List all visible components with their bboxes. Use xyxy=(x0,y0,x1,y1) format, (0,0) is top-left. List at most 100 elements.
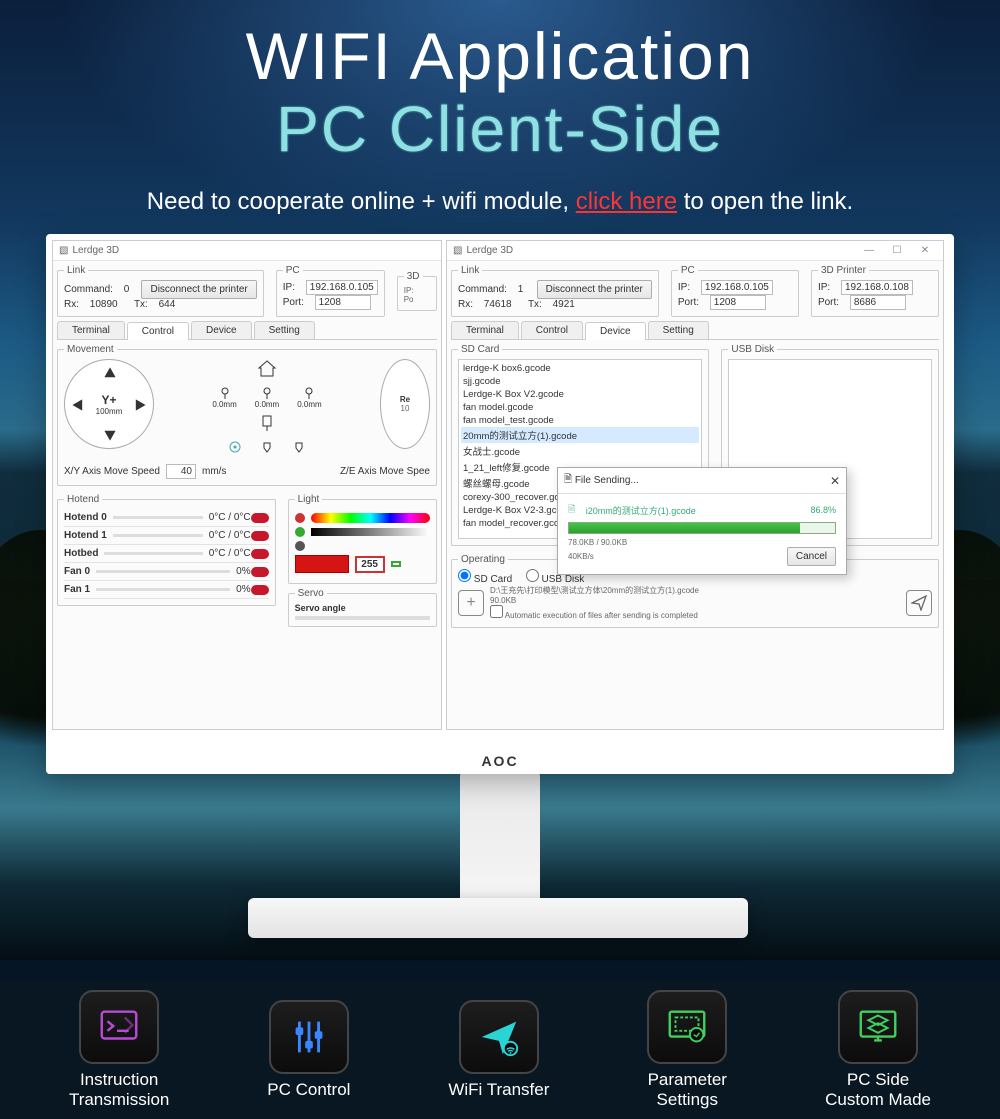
ze-speed-label: Z/E Axis Move Spee xyxy=(340,466,430,477)
app-window-control: ▧ Lerdge 3D Link Command: 0 Disconnect t… xyxy=(52,240,442,730)
file-item[interactable]: sjj.gcode xyxy=(461,375,699,388)
therm-value: 0°C / 0°C xyxy=(209,512,251,523)
tab-terminal[interactable]: Terminal xyxy=(451,321,519,339)
minimize-button[interactable]: — xyxy=(857,245,881,256)
progress-bar xyxy=(568,522,836,534)
therm-value: 0% xyxy=(236,566,250,577)
tab-control[interactable]: Control xyxy=(127,322,189,340)
xy-speed-input[interactable]: 40 xyxy=(166,464,196,479)
disconnect-button[interactable]: Disconnect the printer xyxy=(537,280,652,299)
feature-wifi-transfer: WiFi Transfer xyxy=(448,1000,549,1100)
file-item[interactable]: 女战士.gcode xyxy=(461,443,699,459)
monitor: ▧ Lerdge 3D Link Command: 0 Disconnect t… xyxy=(46,234,954,774)
servo-slider[interactable] xyxy=(295,616,430,620)
tab-bar: Terminal Control Device Setting xyxy=(57,321,437,340)
send-button[interactable] xyxy=(906,590,932,616)
tab-setting[interactable]: Setting xyxy=(254,321,315,339)
click-here-link[interactable]: click here xyxy=(576,188,677,215)
tab-bar: Terminal Control Device Setting xyxy=(451,321,939,340)
layers-screen-icon xyxy=(855,1004,901,1050)
pc-port-input[interactable]: 1208 xyxy=(710,295,766,310)
light-red-icon[interactable] xyxy=(295,513,305,523)
file-item[interactable]: fan model.gcode xyxy=(461,401,699,414)
therm-toggle[interactable] xyxy=(251,513,269,523)
tab-control[interactable]: Control xyxy=(521,321,583,339)
file-icon: 🗎 xyxy=(568,502,575,518)
tab-terminal[interactable]: Terminal xyxy=(57,321,125,339)
arrow-down-icon[interactable] xyxy=(103,428,117,442)
cancel-button[interactable]: Cancel xyxy=(787,547,836,566)
therm-slider[interactable] xyxy=(96,588,230,591)
maximize-button[interactable]: ☐ xyxy=(885,245,909,256)
arrow-up-icon[interactable] xyxy=(103,366,117,380)
pc-ip-input[interactable]: 192.168.0.105 xyxy=(701,280,773,295)
tab-setting[interactable]: Setting xyxy=(648,321,709,339)
pc-legend: PC xyxy=(678,265,698,276)
therm-toggle[interactable] xyxy=(251,567,269,577)
close-button[interactable]: ✕ xyxy=(913,245,937,256)
light-off-icon[interactable] xyxy=(295,541,305,551)
therm-name: Hotbed xyxy=(64,548,98,559)
progress-pct: 86.8% xyxy=(810,505,836,515)
app-icon: ▧ xyxy=(59,245,68,256)
sd-card-legend: SD Card xyxy=(458,344,502,355)
home-icon[interactable] xyxy=(257,359,277,379)
pin-icon xyxy=(260,386,274,400)
pin-icon xyxy=(218,386,232,400)
light-green-icon[interactable] xyxy=(295,527,305,537)
servo-legend: Servo xyxy=(295,588,327,599)
printer-legend: 3D Printer xyxy=(818,265,869,276)
link-legend: Link xyxy=(458,265,482,276)
pc-port-input[interactable]: 1208 xyxy=(315,295,371,310)
app-icon: ▧ xyxy=(453,245,462,256)
feature-pc-control: PC Control xyxy=(267,1000,350,1100)
therm-slider[interactable] xyxy=(96,570,230,573)
dialog-close-button[interactable]: ✕ xyxy=(830,474,840,488)
target-icon[interactable] xyxy=(228,440,242,454)
servo-angle-label: Servo angle xyxy=(295,603,430,613)
feature-instruction: InstructionTransmission xyxy=(69,990,169,1109)
file-size: 90.0KB xyxy=(490,596,900,605)
pc-ip-input[interactable]: 192.168.0.105 xyxy=(306,280,378,295)
auto-exec-checkbox[interactable]: Automatic execution of files after sendi… xyxy=(490,611,698,620)
extrude-icon[interactable] xyxy=(257,413,277,433)
light-value-input[interactable]: 255 xyxy=(355,556,385,573)
movement-legend: Movement xyxy=(64,344,117,355)
radio-sd[interactable]: SD Card xyxy=(458,569,512,585)
hue-slider[interactable] xyxy=(311,513,430,523)
file-item[interactable]: lerdge-K box6.gcode xyxy=(461,362,699,375)
therm-toggle[interactable] xyxy=(251,549,269,559)
file-item[interactable]: 20mm的测试立方(1).gcode xyxy=(461,427,699,443)
nozzle-icon[interactable] xyxy=(260,440,274,454)
therm-toggle[interactable] xyxy=(251,585,269,595)
arrow-left-icon[interactable] xyxy=(71,398,85,412)
link-legend: Link xyxy=(64,265,88,276)
printer-port-input[interactable]: 8686 xyxy=(850,295,906,310)
progress-rate: 40KB/s xyxy=(568,552,594,561)
brightness-slider[interactable] xyxy=(311,528,430,536)
hotend-legend: Hotend xyxy=(64,494,102,505)
file-item[interactable]: Lerdge-K Box V2.gcode xyxy=(461,388,699,401)
therm-name: Hotend 0 xyxy=(64,512,107,523)
color-swatch xyxy=(295,555,349,573)
file-item[interactable]: fan model_test.gcode xyxy=(461,414,699,427)
nozzle-icon[interactable] xyxy=(292,440,306,454)
ze-jog-dial[interactable]: Re10 xyxy=(380,359,430,449)
add-file-button[interactable]: + xyxy=(458,590,484,616)
feature-custom-made: PC SideCustom Made xyxy=(825,990,931,1109)
printer-ip-input[interactable]: 192.168.0.108 xyxy=(841,280,913,295)
therm-toggle[interactable] xyxy=(251,531,269,541)
therm-slider[interactable] xyxy=(113,534,203,537)
arrow-right-icon[interactable] xyxy=(133,398,147,412)
tab-device[interactable]: Device xyxy=(585,322,646,340)
light-value2-input[interactable] xyxy=(391,561,401,567)
window-title: Lerdge 3D xyxy=(72,245,119,256)
window-title: Lerdge 3D xyxy=(466,245,513,256)
xy-jog-dial[interactable]: Y+ 100mm xyxy=(64,359,154,449)
light-legend: Light xyxy=(295,494,323,505)
therm-slider[interactable] xyxy=(113,516,203,519)
therm-slider[interactable] xyxy=(104,552,202,555)
tab-device[interactable]: Device xyxy=(191,321,252,339)
file-path: D:\王充先\打印模型\测试立方体\20mm的测试立方(1).gcode xyxy=(490,585,900,596)
disconnect-button[interactable]: Disconnect the printer xyxy=(141,280,256,299)
